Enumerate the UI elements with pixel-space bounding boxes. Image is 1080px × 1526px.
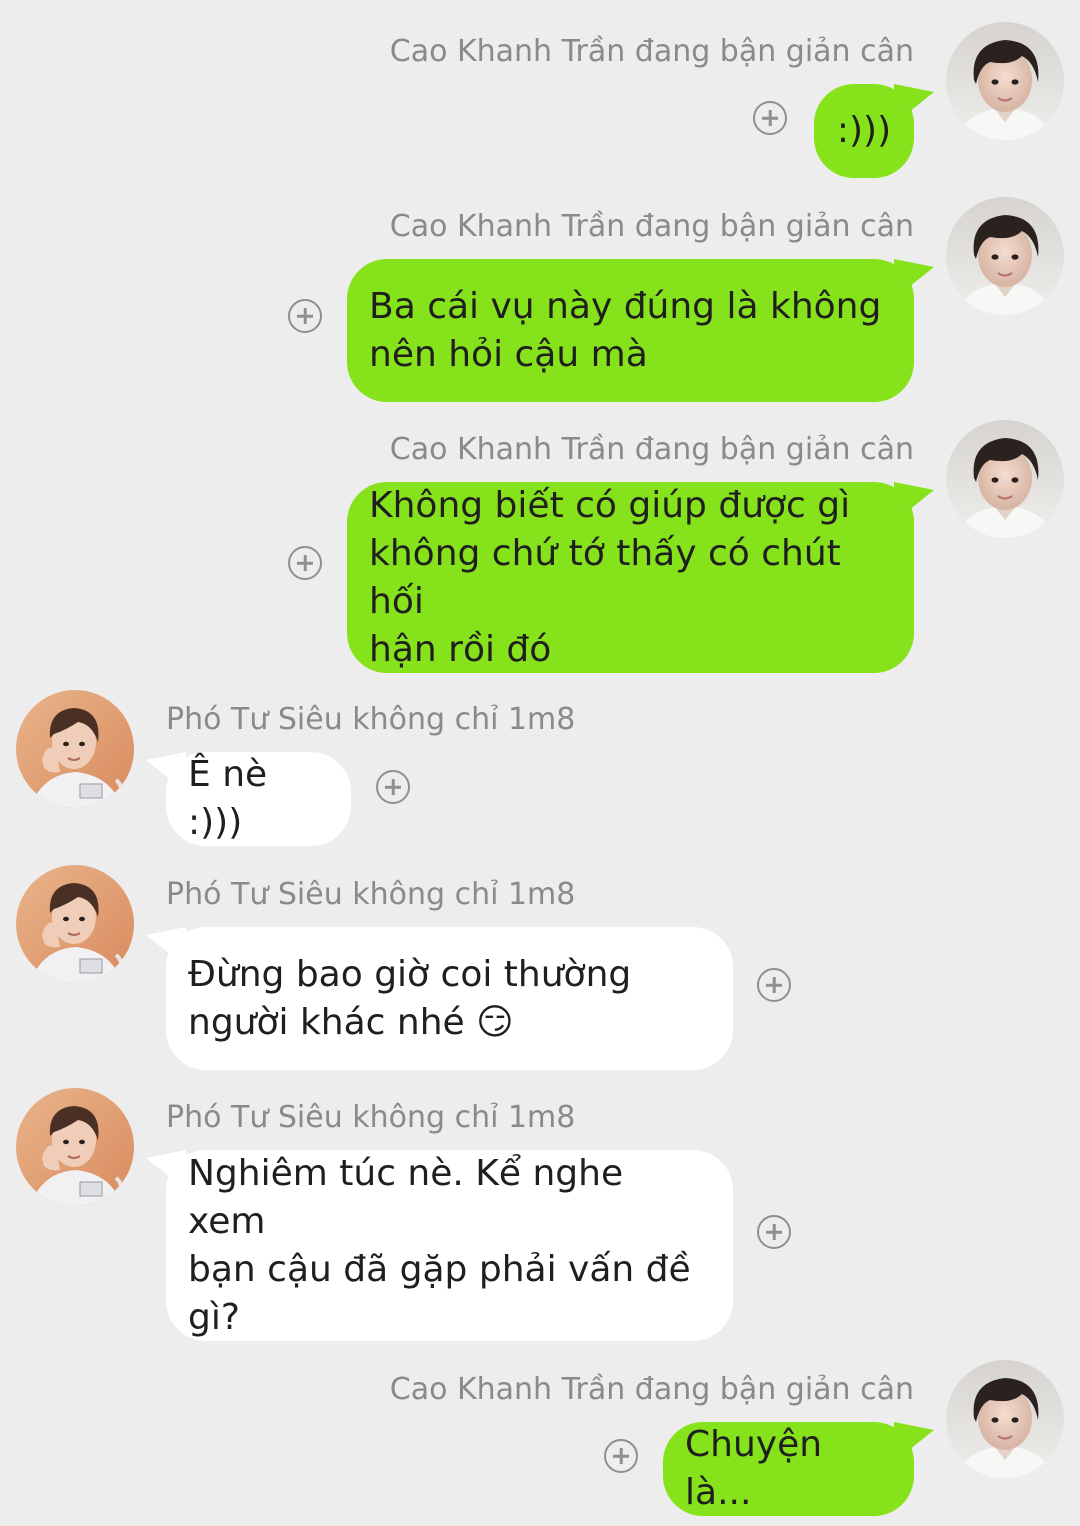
sender-name: Cao Khanh Trần đang bận giản cân xyxy=(389,209,914,244)
sender-name: Cao Khanh Trần đang bận giản cân xyxy=(389,1372,914,1407)
message-text: Nghiêm túc nè. Kể nghe xem bạn cậu đã gặ… xyxy=(188,1152,691,1338)
message-text: Không biết có giúp được gì không chứ tớ … xyxy=(369,484,851,670)
avatar[interactable] xyxy=(16,690,134,808)
chat-message: Cao Khanh Trần đang bận giản cân Không b… xyxy=(0,420,1080,673)
message-bubble[interactable]: Ê nè :))) xyxy=(166,752,351,846)
message-bubble[interactable]: Ba cái vụ này đúng là không nên hỏi cậu … xyxy=(347,259,914,402)
avatar[interactable] xyxy=(16,1088,134,1206)
avatar[interactable] xyxy=(946,197,1064,315)
chat-message: Phó Tư Siêu không chỉ 1m8 Nghiêm túc nè.… xyxy=(0,1088,1080,1341)
message-text: :))) xyxy=(836,110,892,151)
message-text: Chuyện là... xyxy=(685,1424,823,1513)
chat-message: Phó Tư Siêu không chỉ 1m8 Đừng bao giờ c… xyxy=(0,865,1080,1070)
message-bubble[interactable]: Không biết có giúp được gì không chứ tớ … xyxy=(347,482,914,673)
chat-message: Cao Khanh Trần đang bận giản cân :))) xyxy=(0,22,1080,178)
message-text: Đừng bao giờ coi thường người khác nhé 😏 xyxy=(188,953,632,1043)
chat-message: Phó Tư Siêu không chỉ 1m8 Ê nè :))) xyxy=(0,690,1080,846)
plus-circle-icon[interactable] xyxy=(288,546,322,580)
message-bubble[interactable]: :))) xyxy=(814,84,914,178)
message-bubble[interactable]: Đừng bao giờ coi thường người khác nhé 😏 xyxy=(166,927,733,1070)
avatar[interactable] xyxy=(946,1360,1064,1478)
avatar[interactable] xyxy=(16,865,134,983)
avatar[interactable] xyxy=(946,22,1064,140)
chat-message: Cao Khanh Trần đang bận giản cân Chuyện … xyxy=(0,1360,1080,1516)
sender-name: Phó Tư Siêu không chỉ 1m8 xyxy=(166,1100,576,1135)
message-text: Ê nè :))) xyxy=(188,754,268,843)
message-bubble[interactable]: Chuyện là... xyxy=(663,1422,914,1516)
message-text: Ba cái vụ này đúng là không nên hỏi cậu … xyxy=(369,285,882,375)
plus-circle-icon[interactable] xyxy=(753,101,787,135)
plus-circle-icon[interactable] xyxy=(376,770,410,804)
chat-message: Cao Khanh Trần đang bận giản cân Ba cái … xyxy=(0,197,1080,402)
message-bubble[interactable]: Nghiêm túc nè. Kể nghe xem bạn cậu đã gặ… xyxy=(166,1150,733,1341)
sender-name: Cao Khanh Trần đang bận giản cân xyxy=(389,432,914,467)
plus-circle-icon[interactable] xyxy=(288,299,322,333)
avatar[interactable] xyxy=(946,420,1064,538)
sender-name: Cao Khanh Trần đang bận giản cân xyxy=(389,34,914,69)
plus-circle-icon[interactable] xyxy=(757,1215,791,1249)
plus-circle-icon[interactable] xyxy=(757,968,791,1002)
sender-name: Phó Tư Siêu không chỉ 1m8 xyxy=(166,877,576,912)
sender-name: Phó Tư Siêu không chỉ 1m8 xyxy=(166,702,576,737)
plus-circle-icon[interactable] xyxy=(604,1439,638,1473)
